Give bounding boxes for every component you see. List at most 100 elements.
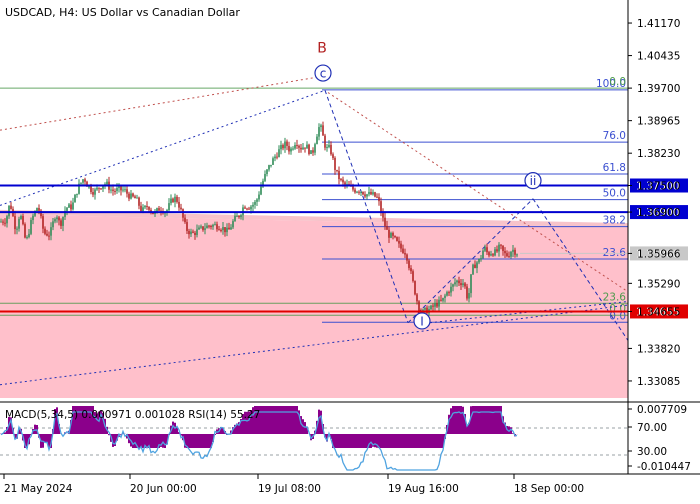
- candle-body: [72, 202, 74, 209]
- candle-body: [300, 148, 302, 150]
- candle-body: [352, 186, 354, 189]
- candle-body: [324, 136, 326, 148]
- candle-body: [512, 250, 514, 252]
- macd-histogram-bar: [260, 406, 262, 434]
- candle-body: [488, 252, 490, 255]
- macd-histogram-bar: [270, 406, 272, 434]
- candle-body: [494, 249, 496, 255]
- candle-body: [370, 192, 372, 194]
- candle-body: [142, 207, 144, 211]
- candle-body: [418, 301, 420, 310]
- candle-body: [26, 237, 28, 238]
- macd-histogram-bar: [484, 406, 486, 434]
- candle-body: [22, 216, 24, 224]
- candle-body: [256, 199, 258, 201]
- candle-body: [470, 274, 472, 293]
- candle-body: [276, 157, 278, 158]
- macd-histogram-bar: [486, 406, 488, 434]
- candle-body: [466, 286, 468, 298]
- candle-body: [74, 195, 76, 203]
- candle-body: [158, 208, 160, 211]
- candle-body: [136, 198, 138, 199]
- macd-histogram-bar: [394, 434, 396, 448]
- candle-body: [392, 233, 394, 236]
- y-tick-label: 1.35290: [637, 278, 680, 290]
- candle-body: [112, 190, 114, 191]
- candle-body: [210, 226, 212, 227]
- candle-body: [312, 150, 314, 152]
- macd-histogram-bar: [418, 434, 420, 448]
- fib-level-label: 61.8: [603, 162, 626, 174]
- macd-histogram-bar: [200, 434, 202, 448]
- candle-body: [406, 255, 408, 261]
- macd-histogram-bar: [262, 406, 264, 434]
- candle-body: [46, 234, 48, 236]
- candle-body: [224, 227, 226, 232]
- candle-body: [130, 193, 132, 198]
- fib-level-label: 76.0: [603, 130, 626, 142]
- macd-histogram-bar: [412, 434, 414, 448]
- candle-body: [516, 254, 518, 255]
- macd-histogram-bar: [196, 434, 198, 448]
- macd-histogram-bar: [272, 406, 274, 434]
- candle-body: [14, 216, 16, 229]
- candle-body: [440, 300, 442, 301]
- macd-histogram-bar: [360, 434, 362, 448]
- candle-body: [90, 186, 92, 192]
- candle-body: [386, 226, 388, 230]
- macd-histogram-bar: [336, 434, 338, 448]
- candle-body: [356, 192, 358, 193]
- candle-body: [476, 262, 478, 268]
- candle-body: [506, 253, 508, 256]
- candle-body: [116, 188, 118, 191]
- candle-body: [376, 197, 378, 198]
- candle-body: [18, 219, 20, 229]
- candle-body: [484, 247, 486, 250]
- fib-level-label: 50.0: [603, 188, 626, 200]
- macd-histogram-bar: [460, 406, 462, 434]
- candle-body: [302, 148, 304, 150]
- macd-histogram-bar: [462, 407, 464, 434]
- candle-body: [390, 233, 392, 238]
- candle-body: [444, 296, 446, 298]
- candle-body: [2, 222, 4, 223]
- candle-body: [514, 250, 516, 255]
- candle-body: [430, 306, 432, 310]
- candle-body: [442, 298, 444, 301]
- candle-body: [138, 198, 140, 206]
- candle-body: [310, 150, 312, 154]
- candle-body: [246, 209, 248, 210]
- candle-body: [384, 218, 386, 226]
- candle-body: [110, 190, 112, 191]
- candle-body: [50, 227, 52, 235]
- candle-body: [404, 253, 406, 254]
- macd-histogram-bar: [398, 434, 400, 448]
- candle-body: [366, 194, 368, 196]
- candle-body: [354, 190, 356, 193]
- macd-histogram-bar: [370, 434, 372, 448]
- macd-histogram-bar: [194, 434, 196, 448]
- candle-body: [264, 174, 266, 181]
- indicator-tick-label: 0.007709: [637, 404, 687, 416]
- candle-body: [472, 265, 474, 275]
- macd-histogram-bar: [456, 406, 458, 434]
- candle-body: [490, 254, 492, 255]
- candle-body: [238, 216, 240, 217]
- candle-body: [28, 234, 30, 237]
- candle-body: [186, 222, 188, 231]
- macd-histogram-bar: [284, 406, 286, 434]
- candle-body: [36, 208, 38, 211]
- candle-body: [280, 145, 282, 149]
- y-tick-label: 1.39700: [637, 83, 680, 95]
- candle-body: [480, 258, 482, 259]
- macd-histogram-bar: [274, 406, 276, 434]
- candle-body: [182, 209, 184, 218]
- indicator-tick-label: 30.00: [637, 446, 667, 458]
- macd-histogram-bar: [276, 406, 278, 434]
- candle-body: [144, 206, 146, 207]
- macd-histogram-bar: [356, 434, 358, 448]
- candle-body: [474, 265, 476, 268]
- candle-body: [288, 146, 290, 151]
- candle-body: [76, 194, 78, 195]
- candle-body: [400, 244, 402, 249]
